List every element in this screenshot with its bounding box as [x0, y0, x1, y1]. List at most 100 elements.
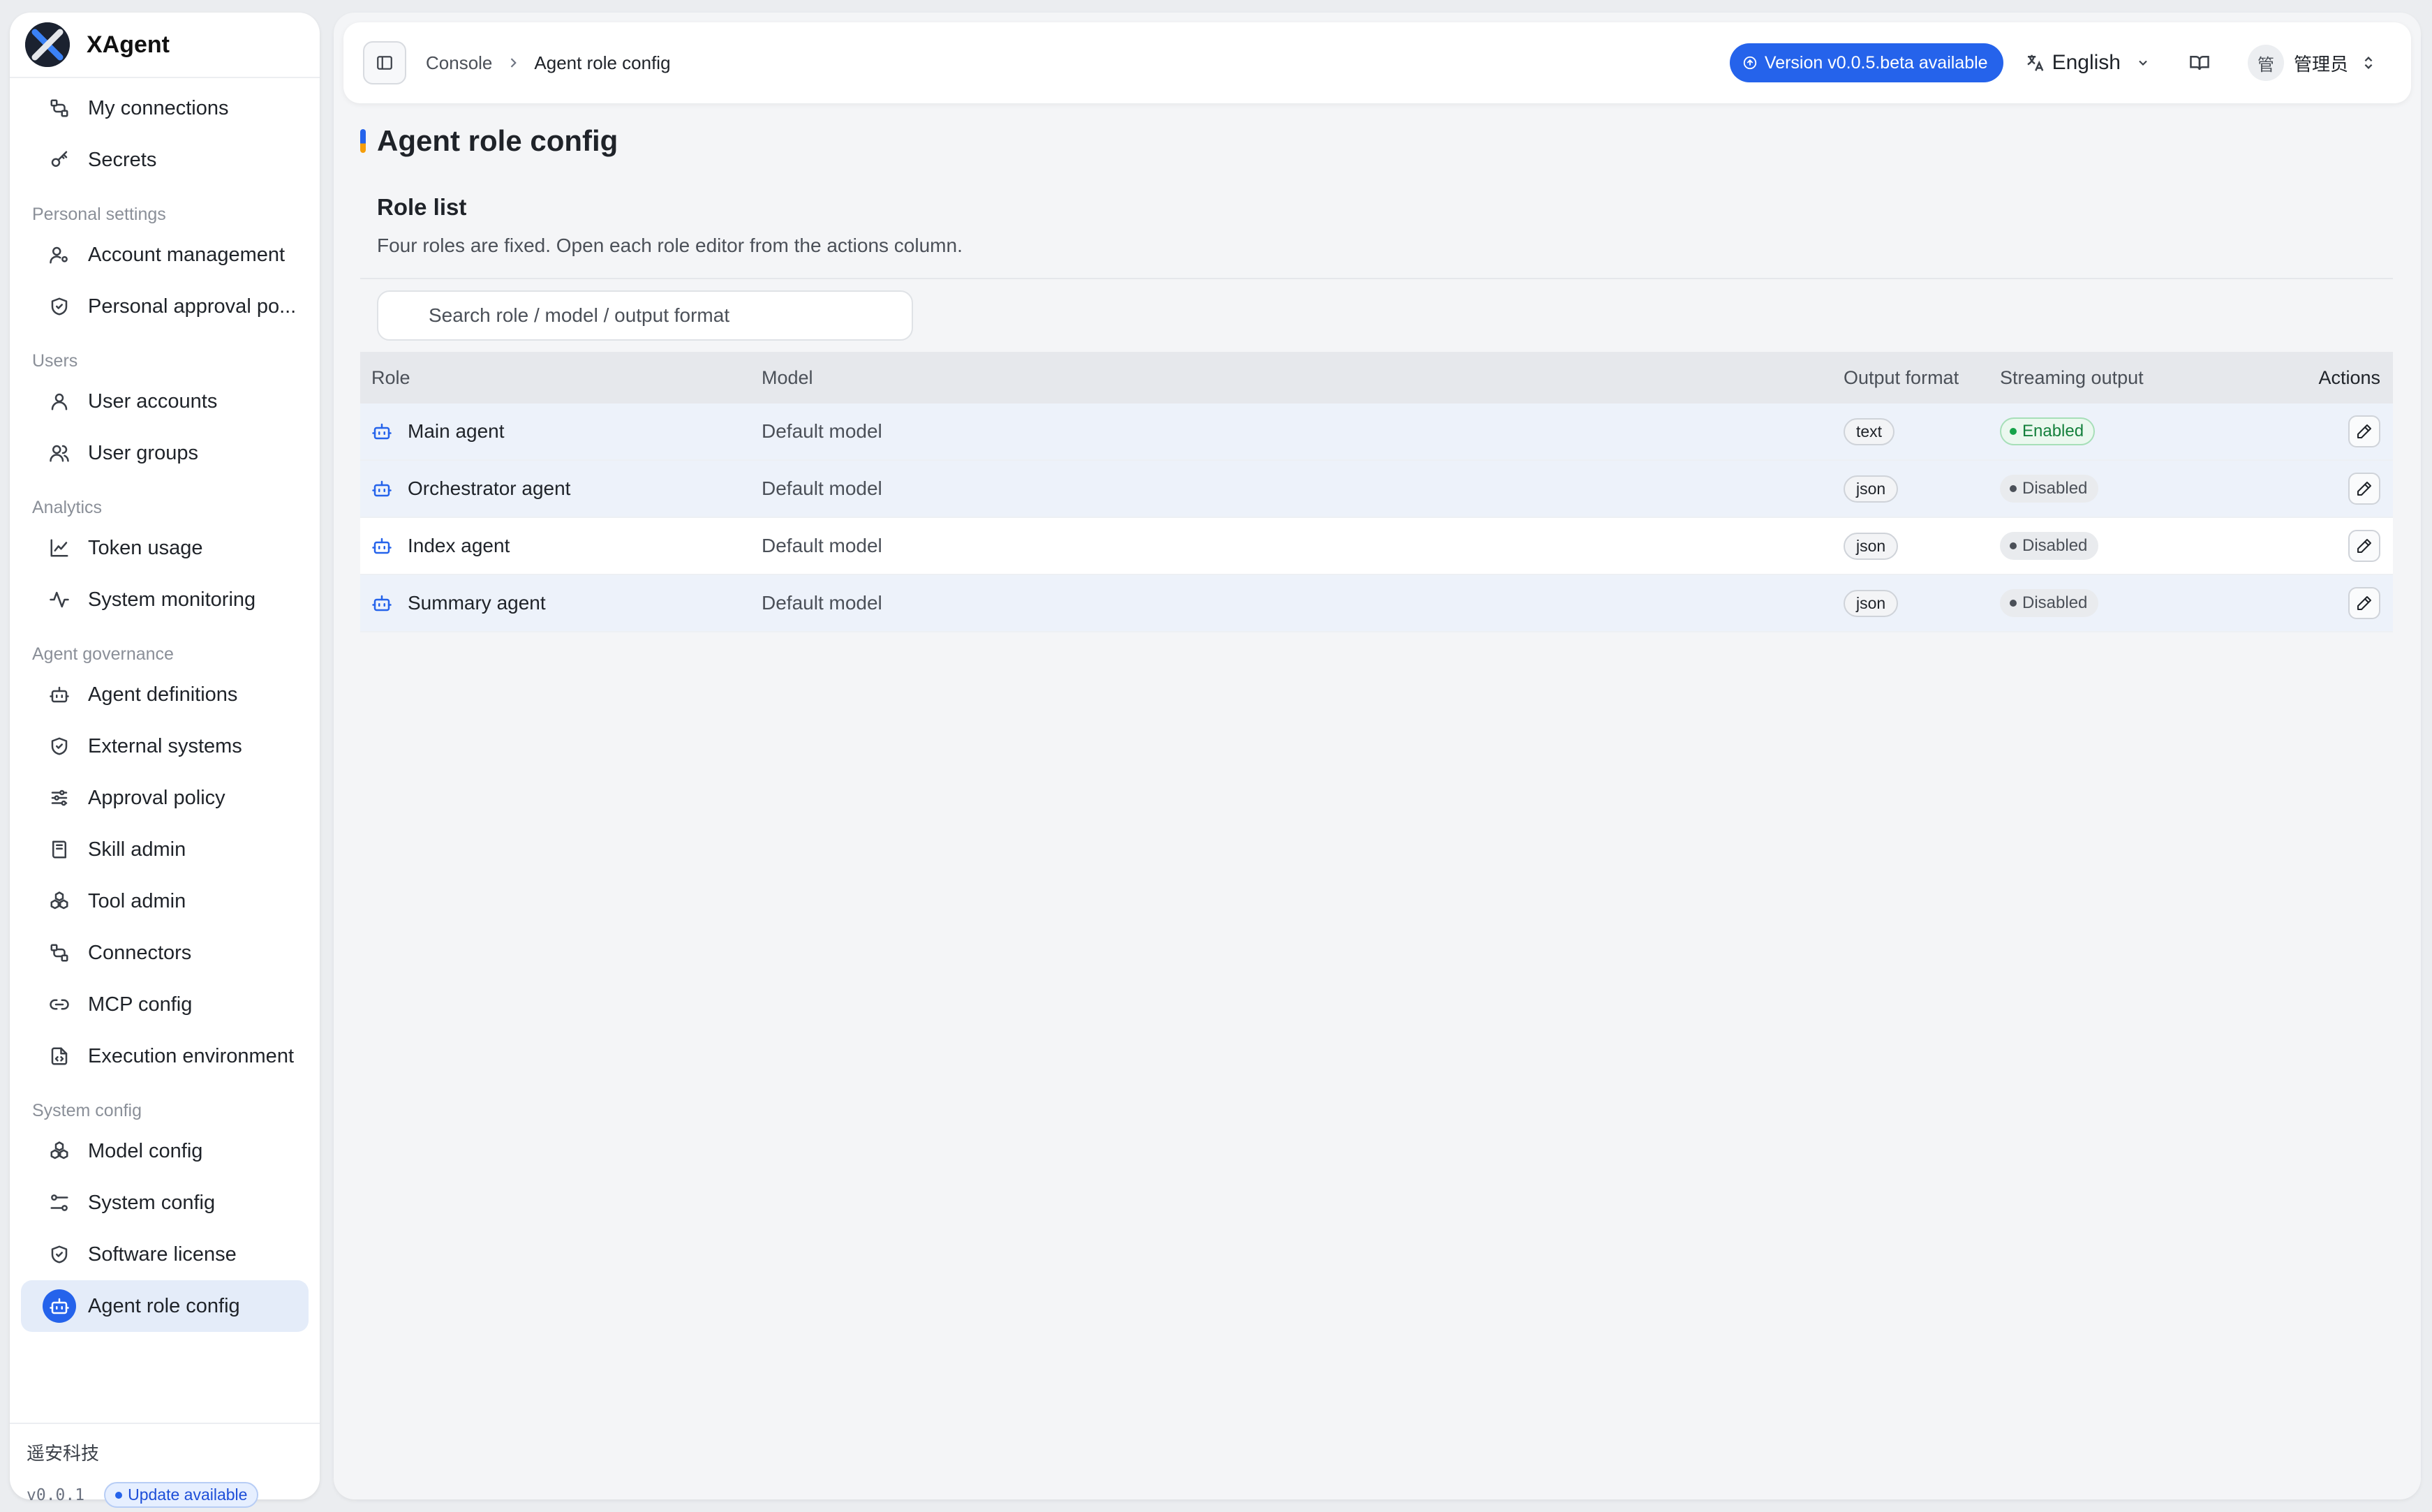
settings-icon [47, 1191, 71, 1215]
status-dot-icon [2010, 428, 2017, 435]
panel-left-icon [377, 56, 392, 70]
sidebar-section-title: System config [32, 1101, 142, 1120]
header-model: Model [762, 366, 813, 388]
bot-icon [371, 535, 392, 556]
table-row: Orchestrator agent Default model json Di… [360, 461, 2393, 518]
sidebar-item-my-connections[interactable]: My connections [21, 82, 309, 134]
sidebar-item-label: Token usage [88, 536, 203, 559]
sidebar-item-label: Execution environment [88, 1044, 294, 1067]
sidebar-section-title: Analytics [32, 498, 103, 517]
file-code-icon [47, 1044, 71, 1068]
edit-role-button[interactable] [2348, 587, 2380, 619]
sidebar-item-approval-policy[interactable]: Approval policy [21, 772, 309, 824]
sidebar-section-title: Personal settings [32, 205, 166, 224]
edit-role-button[interactable] [2348, 415, 2380, 447]
edit-role-button[interactable] [2348, 473, 2380, 505]
status-label: Enabled [2022, 422, 2084, 440]
breadcrumb-current: Agent role config [534, 52, 671, 73]
sidebar-item-label: Secrets [88, 148, 157, 171]
cell-role: Orchestrator agent [360, 477, 762, 500]
sidebar-item-label: Account management [88, 243, 286, 266]
docs-book-icon[interactable] [2189, 52, 2210, 73]
sidebar-item-system-config[interactable]: System config [21, 1177, 309, 1229]
sidebar-section-title: Users [32, 351, 78, 371]
sidebar-item-user-groups[interactable]: User groups [21, 427, 309, 479]
app-version: v0.0.1 [27, 1485, 85, 1504]
sidebar-item-skill-admin[interactable]: Skill admin [21, 824, 309, 875]
bot-icon [371, 593, 392, 614]
line-chart-icon [47, 536, 71, 560]
sidebar-item-label: MCP config [88, 993, 193, 1016]
cell-model: Default model [762, 592, 882, 614]
page-header: Agent role config [360, 124, 618, 158]
sidebar-item-tool-admin[interactable]: Tool admin [21, 875, 309, 927]
role-name: Summary agent [408, 592, 546, 614]
sidebar-item-mcp-config[interactable]: MCP config [21, 979, 309, 1030]
search-input[interactable] [429, 304, 912, 327]
status-dot-icon [2010, 485, 2017, 492]
breadcrumb-console[interactable]: Console [426, 52, 492, 74]
cell-streaming-output: Disabled [2000, 589, 2144, 617]
topbar: Console Agent role config Version v0.0.5… [343, 22, 2411, 103]
cubes-icon [47, 889, 71, 913]
sliders-icon [47, 786, 71, 810]
link-icon [47, 993, 71, 1016]
role-name: Main agent [408, 420, 505, 442]
sidebar-item-agent-role-config[interactable]: Agent role config [21, 1280, 309, 1332]
table-body: Main agent Default model text Enabled Or… [360, 403, 2393, 632]
sidebar-item-system-monitoring[interactable]: System monitoring [21, 574, 309, 625]
arrow-up-circle-icon [1742, 55, 1758, 71]
sidebar-toggle-button[interactable] [363, 41, 406, 84]
bot-icon [371, 478, 392, 499]
sidebar-item-label: Connectors [88, 941, 192, 964]
status-dot-icon [2010, 600, 2017, 607]
sidebar-item-user-accounts[interactable]: User accounts [21, 376, 309, 427]
pencil-icon [2357, 539, 2371, 553]
roles-table: Role Model Output format Streaming outpu… [360, 352, 2393, 632]
bot-icon [43, 1289, 76, 1323]
pencil-icon [2357, 424, 2371, 438]
sidebar-item-label: Approval policy [88, 786, 225, 809]
status-badge: Disabled [2000, 475, 2099, 503]
cell-output-format: text [1844, 417, 2000, 445]
sidebar-item-label: User accounts [88, 390, 218, 413]
sidebar-item-label: Agent role config [88, 1294, 240, 1317]
cell-role: Index agent [360, 535, 762, 557]
sidebar: XAgent My connections Secrets Personal set… [10, 13, 320, 1508]
page-title: Agent role config [377, 124, 618, 157]
edit-role-button[interactable] [2348, 530, 2380, 562]
sidebar-item-model-config[interactable]: Model config [21, 1125, 309, 1177]
pencil-icon [2357, 482, 2371, 496]
shield-icon [47, 734, 71, 758]
brand[interactable]: XAgent [10, 13, 320, 78]
sidebar-item-execution-environment[interactable]: Execution environment [21, 1030, 309, 1082]
sidebar-item-connectors[interactable]: Connectors [21, 927, 309, 979]
sidebar-item-label: User groups [88, 441, 198, 464]
cubes-icon [47, 1139, 71, 1163]
language-select[interactable]: English [2024, 51, 2150, 75]
status-badge: Enabled [2000, 417, 2096, 445]
avatar: 管 [2247, 45, 2284, 81]
user-menu[interactable]: 管 管理员 [2247, 45, 2376, 81]
table-row: Index agent Default model json Disabled [360, 518, 2393, 575]
sidebar-item-token-usage[interactable]: Token usage [21, 522, 309, 574]
language-label: English [2052, 51, 2121, 74]
header-actions: Actions [2318, 366, 2380, 388]
cell-actions [2144, 530, 2393, 562]
sidebar-item-label: Agent definitions [88, 683, 238, 706]
cell-actions [2144, 415, 2393, 447]
update-available-badge[interactable]: Update available [104, 1482, 259, 1508]
bot-icon [371, 421, 392, 442]
format-badge: text [1844, 417, 1895, 445]
sidebar-item-account-management[interactable]: Account management [21, 229, 309, 281]
status-dot-icon [115, 1491, 123, 1499]
sidebar-item-software-license[interactable]: Software license [21, 1229, 309, 1280]
sidebar-item-personal-approval-po[interactable]: Personal approval po... [21, 281, 309, 332]
version-available-button[interactable]: Version v0.0.5.beta available [1729, 43, 2003, 82]
sidebar-item-secrets[interactable]: Secrets [21, 134, 309, 186]
sidebar-item-external-systems[interactable]: External systems [21, 720, 309, 772]
sidebar-item-label: Tool admin [88, 889, 186, 912]
sidebar-item-agent-definitions[interactable]: Agent definitions [21, 669, 309, 720]
main-panel: Console Agent role config Version v0.0.5… [334, 13, 2421, 1499]
status-badge: Disabled [2000, 532, 2099, 560]
